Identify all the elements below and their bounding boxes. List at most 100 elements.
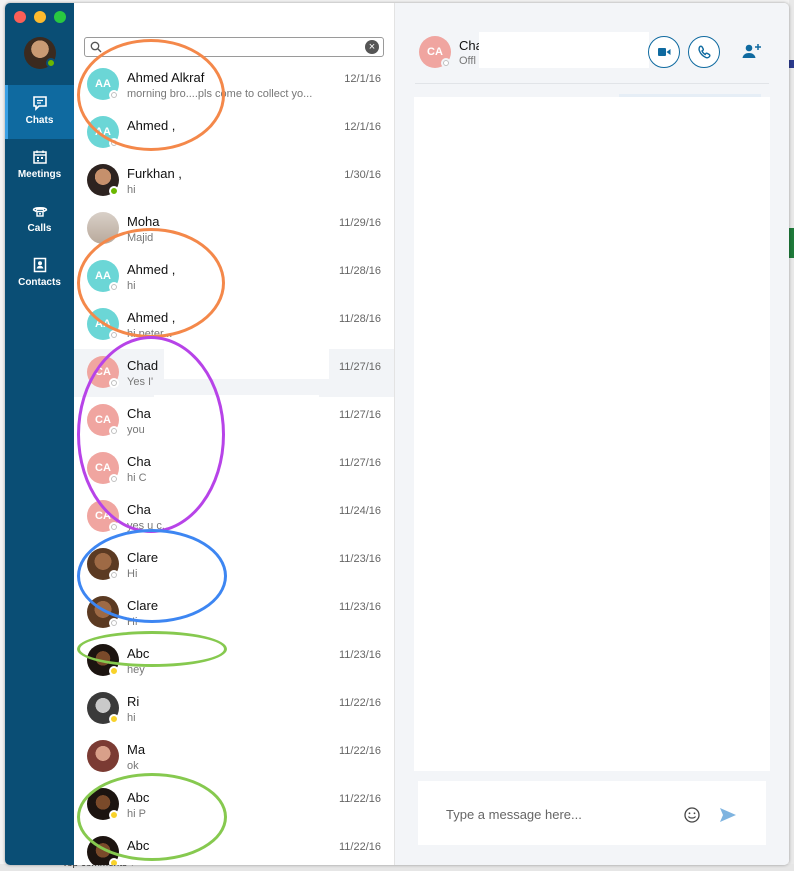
search-input[interactable]: [105, 39, 355, 55]
chat-row[interactable]: Moha Majid 11/29/16: [74, 205, 394, 253]
nav-calls[interactable]: Calls: [5, 193, 74, 247]
chat-row[interactable]: Ma ok 11/22/16: [74, 733, 394, 781]
presence-offline-icon: [441, 58, 451, 68]
chat-preview: Majid: [127, 232, 154, 244]
chat-name: Abc: [127, 838, 150, 853]
chat-date: 11/23/16: [338, 601, 381, 613]
presence-away-icon: [109, 714, 119, 724]
emoji-icon[interactable]: [683, 806, 701, 824]
minimize-window-button[interactable]: [34, 11, 46, 23]
contact-avatar: [87, 740, 119, 772]
message-history[interactable]: [414, 97, 770, 771]
nav-label: Chats: [25, 115, 54, 126]
chat-row[interactable]: Abc hi P 11/22/16: [74, 781, 394, 829]
video-camera-icon: [658, 48, 671, 56]
chat-date: 11/28/16: [338, 265, 381, 277]
chat-name: Cha: [127, 502, 151, 517]
skype-window: Chats Meetings Calls Contacts × AA Ahmed…: [5, 3, 789, 865]
presence-online-icon: [109, 186, 119, 196]
presence-offline-icon: [109, 330, 119, 340]
chat-name: Ahmed Alkraf: [127, 70, 205, 85]
chat-row[interactable]: Ri hi 11/22/16: [74, 685, 394, 733]
chat-row[interactable]: Abc hey 11/23/16: [74, 637, 394, 685]
chat-row[interactable]: Furkhan , hi 1/30/16: [74, 157, 394, 205]
nav-contacts[interactable]: Contacts: [5, 247, 74, 301]
phone-icon: [698, 45, 711, 59]
chat-row[interactable]: CA Cha yes u c... 11/24/16: [74, 493, 394, 541]
chat-name: Chad: [127, 358, 159, 373]
nav-chats[interactable]: Chats: [5, 85, 74, 139]
presence-offline-icon: [109, 426, 119, 436]
zoom-window-button[interactable]: [54, 11, 66, 23]
chat-row[interactable]: AA Ahmed , 12/1/16: [74, 109, 394, 157]
conversation-status: Offl: [459, 55, 476, 67]
presence-offline-icon: [109, 138, 119, 148]
chat-name: Clare: [127, 598, 159, 613]
presence-offline-icon: [109, 378, 119, 388]
add-person-icon: [742, 44, 761, 58]
header-divider: [415, 83, 769, 84]
chat-date: 11/27/16: [338, 361, 381, 373]
chat-preview: hi peter...: [127, 328, 173, 340]
background-strip: [789, 60, 794, 68]
chat-row[interactable]: Clare Hi 11/23/16: [74, 541, 394, 589]
presence-offline-icon: [109, 570, 119, 580]
chat-name: Ma: [127, 742, 146, 757]
my-presence-indicator: [46, 58, 56, 68]
chat-row[interactable]: Clare Hi 11/23/16: [74, 589, 394, 637]
chat-date: 11/22/16: [338, 841, 381, 853]
presence-offline-icon: [109, 522, 119, 532]
add-participant-button[interactable]: [741, 41, 763, 68]
presence-away-icon: [109, 858, 119, 865]
chat-name: Ahmed ,: [127, 310, 176, 325]
send-icon[interactable]: [718, 806, 738, 824]
chat-name: Ahmed ,: [127, 118, 176, 133]
chat-preview: hey: [127, 664, 145, 676]
presence-away-icon: [109, 666, 119, 676]
presence-offline-icon: [109, 474, 119, 484]
nav-label: Meetings: [17, 169, 62, 180]
desktop-background: [789, 0, 794, 871]
nav-meetings[interactable]: Meetings: [5, 139, 74, 193]
chat-preview: hi C: [127, 472, 147, 484]
chat-date: 11/22/16: [338, 697, 381, 709]
chat-icon: [32, 96, 47, 111]
audio-call-button[interactable]: [688, 36, 720, 68]
message-composer[interactable]: [418, 781, 766, 845]
nav-label: Contacts: [18, 277, 61, 288]
video-call-button[interactable]: [648, 36, 680, 68]
chat-row[interactable]: AA Ahmed , hi 11/28/16: [74, 253, 394, 301]
chat-preview: hi: [127, 712, 136, 724]
search-box[interactable]: ×: [84, 37, 384, 57]
chat-name: Abc: [127, 790, 150, 805]
chat-preview: ok: [127, 760, 139, 772]
chat-row[interactable]: AA Ahmed , hi peter... 11/28/16: [74, 301, 394, 349]
chat-preview: hi: [127, 184, 136, 196]
presence-offline-icon: [109, 618, 119, 628]
chat-preview: yes u c...: [127, 520, 172, 532]
chat-row[interactable]: AA Ahmed Alkraf morning bro....pls come to…: [74, 61, 394, 109]
left-rail: Chats Meetings Calls Contacts: [5, 3, 74, 865]
chat-name: Moha: [127, 214, 160, 229]
chat-date: 11/27/16: [338, 409, 381, 421]
chat-date: 11/22/16: [338, 745, 381, 757]
chat-name: Abc: [127, 646, 150, 661]
chat-name: Clare: [127, 550, 159, 565]
chat-list: × AA Ahmed Alkraf morning bro....pls come …: [74, 3, 395, 865]
chat-row[interactable]: Abc 11/22/16: [74, 829, 394, 865]
presence-offline-icon: [109, 90, 119, 100]
chat-date: 11/23/16: [338, 553, 381, 565]
message-input[interactable]: [446, 805, 676, 823]
clear-search-icon[interactable]: ×: [365, 40, 379, 54]
chat-date: 12/1/16: [344, 121, 381, 133]
chat-row[interactable]: CA Cha hi C 11/27/16: [74, 445, 394, 493]
chat-date: 1/30/16: [344, 169, 381, 181]
chat-name: Ahmed ,: [127, 262, 176, 277]
chat-date: 11/28/16: [338, 313, 381, 325]
contact-avatar: [87, 212, 119, 244]
chat-name: Ri: [127, 694, 140, 709]
chat-date: 11/27/16: [338, 457, 381, 469]
close-window-button[interactable]: [14, 11, 26, 23]
redaction: [164, 343, 329, 379]
redaction: [154, 395, 319, 427]
